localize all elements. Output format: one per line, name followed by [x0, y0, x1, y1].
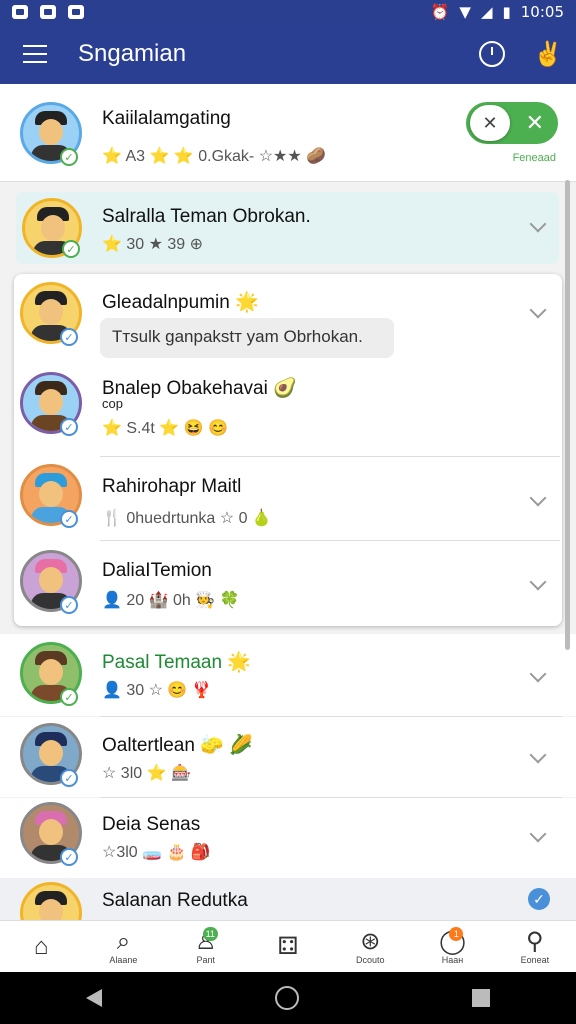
- list-item[interactable]: ✓ Oaltertlean 🧽 🌽 ☆ 3l0 ⭐ 🎰: [0, 717, 576, 797]
- list-item[interactable]: Salanan Redutka ✓: [0, 878, 576, 920]
- chevron-down-icon[interactable]: [529, 301, 547, 319]
- battery-icon: ▮: [502, 3, 511, 21]
- notification-badge: 11: [202, 927, 218, 941]
- item-name: Gleadalnpumin 🌟: [102, 292, 259, 313]
- status-time: 10:05: [520, 3, 564, 21]
- expanded-card: ✓ Gleadalnpumin 🌟 Tтsulk ganpakstт yam O…: [14, 274, 562, 626]
- item-name: DaliaITemion: [102, 560, 212, 581]
- verified-icon: ✓: [60, 328, 78, 346]
- profile-meta: ⭐ A3 ⭐ ⭐ 0.Gkak- ☆★★ 🥔: [102, 148, 327, 165]
- verified-icon: ✓: [62, 240, 80, 258]
- item-name: Rahirohapr Maitl: [102, 476, 242, 497]
- verified-icon: ✓: [60, 148, 78, 166]
- person-add-icon: ✌: [533, 40, 563, 68]
- edit-icon[interactable]: ✓: [528, 888, 550, 910]
- item-meta: ⭐ Ѕ.4t ⭐ 😆 😊: [102, 420, 228, 437]
- item-meta: 👤 30 ☆ 😊 🦞: [102, 682, 212, 699]
- status-toggle[interactable]: ✕ ✕: [466, 102, 558, 144]
- item-meta: ☆ 3l0 ⭐ 🎰: [102, 765, 191, 782]
- verified-icon: ✓: [60, 418, 78, 436]
- divider: [100, 456, 560, 457]
- chevron-down-icon[interactable]: [529, 665, 547, 683]
- apps-icon: ⚃: [277, 932, 299, 960]
- verified-icon: ✓: [60, 688, 78, 706]
- nav-profile[interactable]: ⚲ Eoneat: [494, 921, 576, 972]
- close-icon: ✕: [470, 105, 510, 141]
- chevron-down-icon[interactable]: [529, 215, 547, 233]
- notification-icon: [12, 5, 28, 19]
- verified-icon: ✓: [60, 596, 78, 614]
- message-preview: Tтsulk ganpakstт yam Obrhokan.: [100, 318, 394, 358]
- home-button-icon[interactable]: [274, 986, 299, 1010]
- bottom-nav: ⌂ ⌕ Alaane ♙ 11 Pant ⚃ ⊛ Dcouto ◯ 1 Наан…: [0, 920, 576, 972]
- recents-icon[interactable]: [471, 989, 490, 1007]
- app-title: Sngamian: [78, 40, 187, 67]
- chevron-down-icon[interactable]: [529, 746, 547, 764]
- profile-icon: ⚲: [526, 927, 544, 955]
- chevron-down-icon[interactable]: [529, 825, 547, 843]
- verified-icon: ✓: [60, 510, 78, 528]
- nav-discover[interactable]: ⊛ Dcouto: [329, 921, 411, 972]
- verified-icon: ✓: [60, 769, 78, 787]
- item-meta: ☆3l0 🧫 🎂 🎒: [102, 844, 211, 861]
- item-name: Salralla Teman Obrokan.: [102, 206, 311, 227]
- item-name: Salanan Redutka: [102, 890, 248, 911]
- nav-label: Pant: [196, 954, 215, 965]
- scrollbar[interactable]: [565, 180, 570, 650]
- divider: [100, 540, 560, 541]
- item-meta: ⭐ 30 ★ 39 ⊕: [102, 236, 204, 253]
- nav-search[interactable]: ⌕ Alaane: [82, 921, 164, 972]
- item-name: Pasal Temaan 🌟: [102, 652, 251, 673]
- chevron-down-icon[interactable]: [529, 489, 547, 507]
- system-nav-bar: [0, 972, 576, 1024]
- main-content: ✓ Kaiilalamgating ⭐ A3 ⭐ ⭐ 0.Gkak- ☆★★ 🥔…: [0, 84, 576, 920]
- nav-label: Alaane: [109, 954, 138, 965]
- clock-icon: [479, 41, 505, 67]
- nav-label: Dcouto: [356, 954, 385, 965]
- back-icon[interactable]: [86, 989, 103, 1007]
- nav-home[interactable]: ⌂: [0, 921, 82, 972]
- nav-label: Eoneat: [520, 954, 550, 965]
- item-name: Bnalep Obakehavai 🥑: [102, 378, 297, 399]
- profile-name: Kaiilalamgating: [102, 108, 231, 129]
- wifi-icon: ▼: [459, 3, 471, 21]
- item-subtitle: cop: [102, 396, 123, 411]
- item-name: Oaltertlean 🧽 🌽: [102, 735, 253, 756]
- chevron-down-icon[interactable]: [529, 573, 547, 591]
- profile-header: ✓ Kaiilalamgating ⭐ A3 ⭐ ⭐ 0.Gkak- ☆★★ 🥔…: [0, 84, 576, 182]
- home-icon: ⌂: [33, 932, 49, 960]
- notification-icons: [12, 5, 84, 19]
- item-meta: 🍴 0huedrtunka ☆ 0 🍐: [102, 510, 272, 527]
- nav-notifications[interactable]: ◯ 1 Наан: [411, 921, 493, 972]
- toggle-caption: Feneaad: [512, 152, 556, 164]
- nav-label: Наан: [441, 954, 464, 965]
- notification-icon: [68, 5, 84, 19]
- avatar: [20, 882, 82, 920]
- search-icon: ⌕: [116, 927, 131, 955]
- verified-icon: ✓: [60, 848, 78, 866]
- discover-icon: ⊛: [360, 927, 381, 955]
- item-name: Deia Senas: [102, 814, 201, 835]
- alarm-icon: ⏰: [430, 3, 450, 21]
- highlighted-item[interactable]: ✓ Salralla Teman Obrokan. ⭐ 30 ★ 39 ⊕: [16, 192, 559, 264]
- history-button[interactable]: [464, 24, 520, 84]
- app-bar: Sngamian ✌: [0, 24, 576, 84]
- check-icon: ✕: [525, 110, 544, 135]
- item-meta: 👤 20 🏰 0h 🧑‍🍳 🍀: [102, 592, 240, 609]
- list-item[interactable]: ✓ Pasal Temaan 🌟 👤 30 ☆ 😊 🦞: [0, 634, 576, 716]
- nav-apps[interactable]: ⚃: [247, 921, 329, 972]
- nav-people[interactable]: ♙ 11 Pant: [165, 921, 247, 972]
- menu-icon: [23, 52, 47, 56]
- menu-button[interactable]: [0, 24, 70, 84]
- signal-icon: ◢: [480, 3, 493, 21]
- notification-icon: [40, 5, 56, 19]
- status-bar: ⏰ ▼ ◢ ▮ 10:05: [0, 0, 576, 24]
- list-item[interactable]: ✓ Deia Senas ☆3l0 🧫 🎂 🎒: [0, 798, 576, 878]
- add-friend-button[interactable]: ✌: [520, 24, 576, 84]
